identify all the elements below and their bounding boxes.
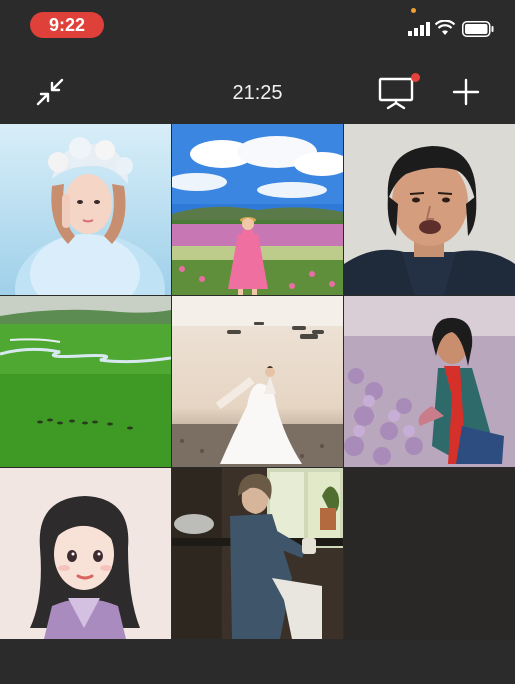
avatar-illustration <box>0 468 171 639</box>
avatar-photo <box>172 296 343 467</box>
add-participant-button[interactable] <box>446 72 486 112</box>
participant-tile[interactable] <box>0 124 171 295</box>
participant-tile[interactable] <box>172 124 343 295</box>
notification-dot <box>411 73 420 82</box>
status-time[interactable]: 9:22 <box>30 12 104 38</box>
avatar-photo <box>0 124 171 295</box>
video-feed <box>344 124 515 295</box>
minimize-meeting-button[interactable] <box>30 72 70 112</box>
privacy-indicator-dot <box>411 8 416 13</box>
status-bar: 9:22 <box>0 0 515 52</box>
meeting-toolbar <box>0 52 515 124</box>
avatar-photo <box>344 296 515 467</box>
screen-share-icon <box>378 77 414 110</box>
battery-icon <box>462 21 494 37</box>
collapse-icon <box>36 78 64 106</box>
participant-tile[interactable] <box>344 296 515 467</box>
participant-grid <box>0 124 515 640</box>
empty-tile <box>344 468 515 640</box>
signal-icon <box>408 22 430 36</box>
participant-tile[interactable] <box>0 468 171 639</box>
bottom-bar <box>0 640 515 684</box>
participant-tile[interactable] <box>172 468 343 639</box>
participant-tile[interactable] <box>0 296 171 467</box>
avatar-photo <box>172 468 343 639</box>
avatar-photo <box>0 296 171 467</box>
participant-tile[interactable] <box>172 296 343 467</box>
add-icon <box>452 78 480 106</box>
wifi-icon <box>435 20 455 35</box>
participant-video-tile[interactable] <box>344 124 515 295</box>
avatar-photo <box>172 124 343 295</box>
